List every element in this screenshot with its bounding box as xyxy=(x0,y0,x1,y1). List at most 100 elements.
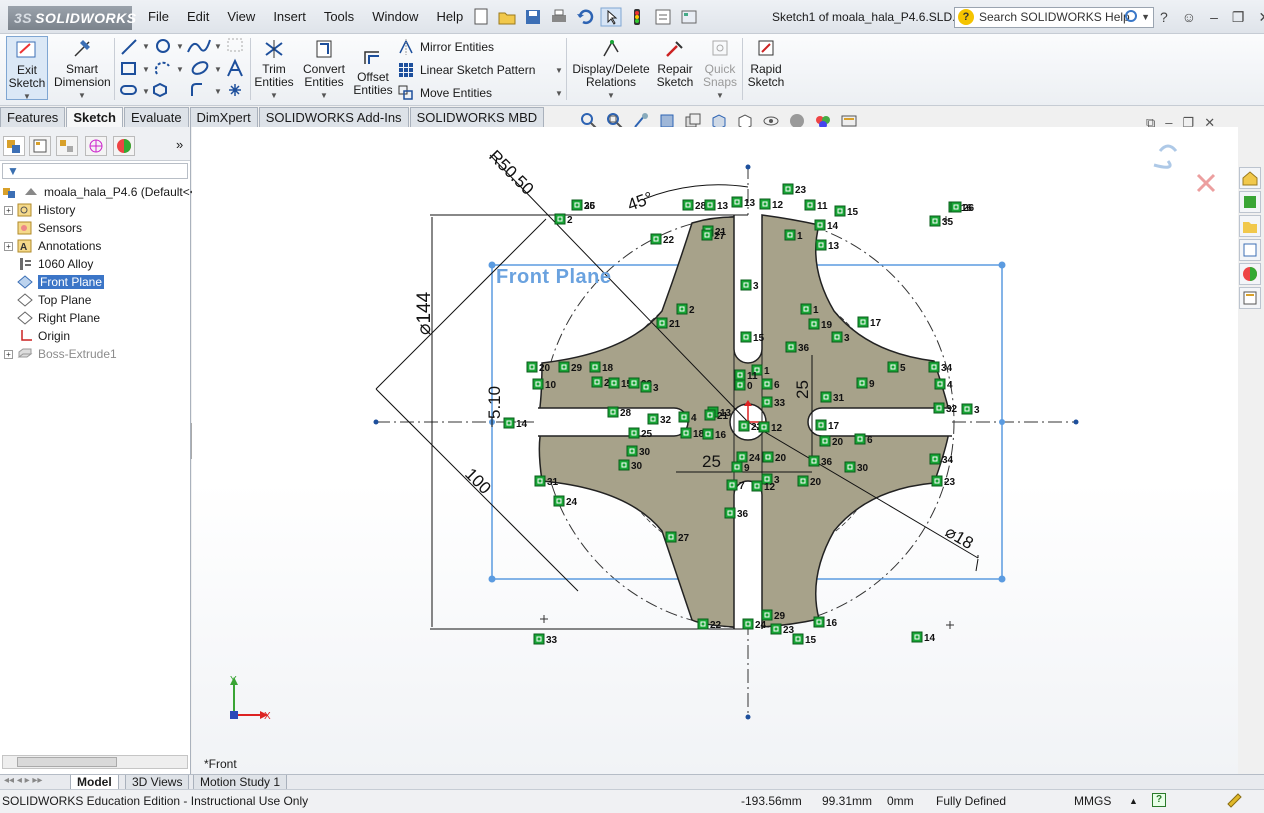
move-entities-button[interactable]: Move Entities xyxy=(398,85,492,101)
custom-properties-icon[interactable] xyxy=(1239,287,1261,309)
quick-snaps-button[interactable]: Quick Snaps ▼ xyxy=(700,36,740,102)
repair-sketch-button[interactable]: Repair Sketch xyxy=(654,36,696,89)
help-icon[interactable]: ? xyxy=(1160,9,1168,26)
exit-sketch-button[interactable]: Exit Sketch ▼ xyxy=(6,36,48,103)
expand-icon[interactable]: + xyxy=(4,205,13,215)
expand-icon[interactable]: + xyxy=(4,349,13,359)
tab-addins[interactable]: SOLIDWORKS Add-Ins xyxy=(258,107,409,127)
relation-tag: 33 xyxy=(761,396,786,409)
convert-entities-button[interactable]: Convert Entities ▼ xyxy=(300,36,348,102)
convert-dropdown-icon[interactable]: ▼ xyxy=(300,89,348,102)
trim-dropdown-icon[interactable]: ▼ xyxy=(252,89,296,102)
tree-item-front-plane[interactable]: Front Plane xyxy=(0,273,105,291)
dimxpert-manager-tab-icon[interactable] xyxy=(85,136,107,156)
tab-motion-study[interactable]: Motion Study 1 xyxy=(193,775,288,790)
x-coordinate: -193.56mm xyxy=(741,794,802,808)
design-library-icon[interactable] xyxy=(1239,191,1261,213)
units-menu-icon[interactable]: ▲ xyxy=(1129,796,1138,806)
quick-snaps-dropdown-icon[interactable]: ▼ xyxy=(700,89,740,102)
tree-item-material[interactable]: 1060 Alloy xyxy=(0,255,93,273)
tree-item-boss-extrude[interactable]: + Boss-Extrude1 xyxy=(0,345,117,363)
tree-item-right-plane[interactable]: Right Plane xyxy=(0,309,100,327)
tree-item-annotations[interactable]: + A Annotations xyxy=(0,237,101,255)
relation-icon xyxy=(647,413,659,425)
tab-dimxpert[interactable]: DimXpert xyxy=(189,107,258,127)
search-icon[interactable] xyxy=(1125,10,1137,22)
sketch-entities-grid[interactable]: ▼ ▼ ▼ ▼ ▼ ▼ ▼ ▼ xyxy=(118,36,248,102)
file-properties-icon[interactable] xyxy=(652,7,674,27)
undo-icon[interactable] xyxy=(574,7,596,27)
search-dropdown-icon[interactable]: ▼ xyxy=(1141,8,1150,27)
pattern-dropdown-icon[interactable]: ▼ xyxy=(555,66,563,75)
close-icon[interactable]: ✕ xyxy=(1258,9,1264,26)
tree-item-top-plane[interactable]: Top Plane xyxy=(0,291,91,309)
tab-3d-views[interactable]: 3D Views xyxy=(125,775,190,790)
select-arrow-icon[interactable] xyxy=(600,7,622,27)
new-document-icon[interactable] xyxy=(470,7,492,27)
minimize-icon[interactable]: – xyxy=(1210,9,1218,26)
help-status-icon[interactable]: ? xyxy=(1152,793,1166,807)
file-explorer-icon[interactable] xyxy=(1239,215,1261,237)
expand-icon[interactable]: + xyxy=(4,241,13,251)
menu-view[interactable]: View xyxy=(218,9,264,24)
options-icon[interactable] xyxy=(678,7,700,27)
scroll-thumb[interactable] xyxy=(17,757,117,767)
solidworks-resources-icon[interactable] xyxy=(1239,167,1261,189)
view-palette-icon[interactable] xyxy=(1239,239,1261,261)
rebuild-icon[interactable] xyxy=(626,7,648,27)
relation-tag-label: 16 xyxy=(715,430,727,441)
exit-sketch-dropdown-icon[interactable]: ▼ xyxy=(7,90,47,103)
configuration-manager-tab-icon[interactable] xyxy=(56,136,78,156)
rebuild-status-icon[interactable] xyxy=(1226,792,1242,811)
menu-edit[interactable]: Edit xyxy=(178,9,218,24)
tree-item-history[interactable]: + History xyxy=(0,201,75,219)
linear-sketch-pattern-button[interactable]: Linear Sketch Pattern xyxy=(398,62,535,78)
relation-tag: 21 xyxy=(656,317,681,330)
relation-icon xyxy=(650,233,662,245)
tab-navigation-arrows-icon[interactable]: ◂◂ ◂ ▸ ▸▸ xyxy=(4,775,42,786)
user-icon[interactable]: ☺ xyxy=(1182,9,1196,26)
menu-insert[interactable]: Insert xyxy=(264,9,315,24)
tree-horizontal-scrollbar[interactable] xyxy=(2,755,188,769)
relation-tag-label: 15 xyxy=(847,207,859,218)
expand-tabs-icon[interactable]: » xyxy=(176,137,183,152)
menu-help[interactable]: Help xyxy=(427,9,472,24)
tree-root[interactable]: moala_hala_P4.6 (Default<< xyxy=(0,183,197,201)
graphics-area[interactable]: R50.50 45° ⌀144 5.10 100 25 25 ⌀18 26 2 22… xyxy=(192,127,1238,774)
help-search-input[interactable]: ? Search SOLIDWORKS Help ▼ xyxy=(954,7,1154,28)
relation-tag-label: 13 xyxy=(744,198,756,209)
tab-features[interactable]: Features xyxy=(0,107,66,127)
restore-icon[interactable]: ❐ xyxy=(1232,9,1245,26)
appearances-icon[interactable] xyxy=(1239,263,1261,285)
relations-dropdown-icon[interactable]: ▼ xyxy=(572,89,650,102)
menu-tools[interactable]: Tools xyxy=(315,9,363,24)
display-delete-relations-button[interactable]: Display/Delete Relations ▼ xyxy=(572,36,650,102)
smart-dimension-dropdown-icon[interactable]: ▼ xyxy=(54,89,110,102)
open-folder-icon[interactable] xyxy=(496,7,518,27)
rapid-sketch-button[interactable]: Rapid Sketch xyxy=(744,36,788,89)
tab-mbd[interactable]: SOLIDWORKS MBD xyxy=(409,107,545,127)
tree-item-origin[interactable]: Origin xyxy=(0,327,70,345)
menu-window[interactable]: Window xyxy=(363,9,427,24)
mirror-entities-button[interactable]: Mirror Entities xyxy=(398,39,494,55)
trim-entities-button[interactable]: Trim Entities ▼ xyxy=(252,36,296,102)
print-icon[interactable] xyxy=(548,7,570,27)
relation-tag-label: 27 xyxy=(714,231,726,242)
feature-tree-tab-icon[interactable] xyxy=(3,136,25,156)
relation-tag: 17 xyxy=(815,419,840,432)
tree-item-sensors[interactable]: Sensors xyxy=(0,219,82,237)
move-dropdown-icon[interactable]: ▼ xyxy=(555,89,563,98)
display-manager-tab-icon[interactable] xyxy=(113,136,135,156)
menu-file[interactable]: File xyxy=(148,9,178,24)
tab-sketch[interactable]: Sketch xyxy=(66,107,123,127)
solidworks-logo[interactable]: 3S SOLIDWORKS xyxy=(8,6,136,30)
property-manager-tab-icon[interactable] xyxy=(29,136,51,156)
save-icon[interactable] xyxy=(522,7,544,27)
smart-dimension-button[interactable]: Smart Dimension ▼ xyxy=(54,36,111,102)
sketch-canvas[interactable]: R50.50 45° ⌀144 5.10 100 25 25 ⌀18 26222… xyxy=(192,127,1238,774)
tab-model[interactable]: Model xyxy=(70,775,119,790)
tab-evaluate[interactable]: Evaluate xyxy=(123,107,189,127)
offset-entities-button[interactable]: Offset Entities xyxy=(352,44,394,97)
tree-filter-input[interactable]: ▼ xyxy=(2,163,188,179)
unit-system[interactable]: MMGS xyxy=(1074,794,1111,808)
